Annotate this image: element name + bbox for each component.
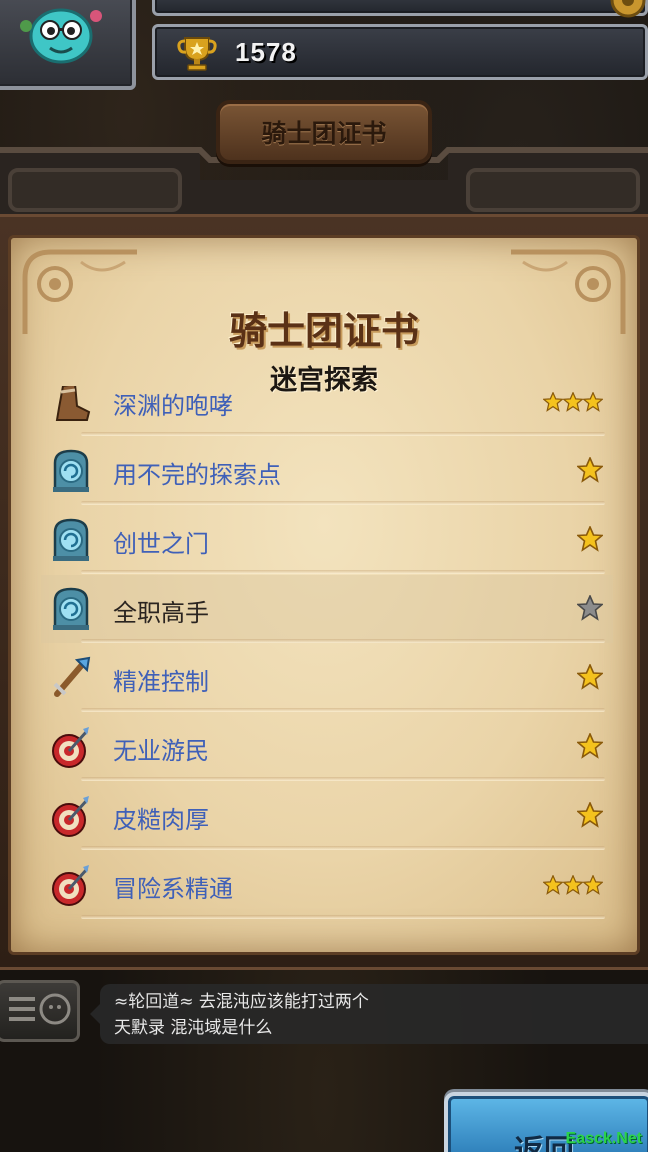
avatar xyxy=(20,8,102,64)
achievement-row[interactable]: 精准控制 xyxy=(41,644,613,712)
row-divider xyxy=(81,846,605,850)
achievement-label: 全职高手 xyxy=(113,599,209,627)
star-rating xyxy=(577,802,603,830)
star-icon xyxy=(543,392,563,412)
star-icon xyxy=(563,392,583,412)
row-divider xyxy=(81,432,605,436)
sword-icon xyxy=(51,656,91,700)
currency-bar xyxy=(152,0,648,16)
star-icon xyxy=(583,875,603,895)
row-divider xyxy=(81,777,605,781)
star-rating xyxy=(543,871,603,899)
achievement-row[interactable]: 用不完的探索点 xyxy=(41,437,613,505)
achievement-label: 用不完的探索点 xyxy=(113,461,281,489)
achievement-row[interactable]: 深渊的咆哮 xyxy=(41,386,613,436)
star-icon xyxy=(577,802,603,828)
star-rating xyxy=(577,526,603,554)
achievement-row[interactable]: 创世之门 xyxy=(41,506,613,574)
star-icon xyxy=(577,664,603,690)
banner-title: 骑士团证书 xyxy=(261,119,387,148)
row-divider xyxy=(81,639,605,643)
star-icon xyxy=(543,875,563,895)
portal-icon xyxy=(51,449,91,493)
target-icon xyxy=(51,794,91,838)
star-icon xyxy=(563,875,583,895)
row-divider xyxy=(81,570,605,574)
trophy-count: 1578 xyxy=(235,37,297,67)
achievement-list[interactable]: 深渊的咆哮用不完的探索点 创世之门全职高手精准控制无业游民皮糙肉厚冒险系精通 xyxy=(41,386,613,938)
star-rating xyxy=(577,595,603,623)
boot-icon xyxy=(51,386,91,424)
star-icon xyxy=(577,595,603,621)
achievement-row[interactable]: 皮糙肉厚 xyxy=(41,782,613,850)
achievement-label: 创世之门 xyxy=(113,530,209,558)
star-rating xyxy=(577,457,603,485)
chat-text: 去混沌应该能打过两个 xyxy=(198,992,369,1012)
achievement-label: 深渊的咆哮 xyxy=(113,392,233,420)
achievement-label: 精准控制 xyxy=(113,668,209,696)
trophy-bar: 1578 xyxy=(152,24,648,80)
star-rating xyxy=(577,733,603,761)
parchment: 骑士团证书 迷宫探索 深渊的咆哮 用不完的探索点 创世之门 全职高手 精准控制 无业游民皮… xyxy=(8,235,640,955)
row-divider xyxy=(81,708,605,712)
gear-icon[interactable] xyxy=(602,0,648,22)
chat-message[interactable]: ≈轮回道≈ 去混沌应该能打过两个 天默录 混沌域是什么 xyxy=(90,984,648,1044)
achievement-row[interactable]: 冒险系精通 xyxy=(41,851,613,919)
target-icon xyxy=(51,863,91,907)
chat-sender: ≈轮回道≈ xyxy=(114,992,194,1012)
row-divider xyxy=(81,915,605,919)
portal-icon xyxy=(51,518,91,562)
achievement-label: 无业游民 xyxy=(113,737,209,765)
chat-text-line2: 天默录 混沌域是什么 xyxy=(114,1018,273,1038)
star-icon xyxy=(577,526,603,552)
trophy-icon xyxy=(177,37,217,71)
achievement-label: 皮糙肉厚 xyxy=(113,806,209,834)
star-icon xyxy=(577,733,603,759)
header-banner: 骑士团证书 xyxy=(216,100,432,164)
watermark: Easck.Net xyxy=(565,1130,643,1147)
chat-menu-icon xyxy=(9,993,71,1025)
chat-menu-button[interactable] xyxy=(0,980,80,1042)
achievement-row[interactable]: 全职高手 xyxy=(41,575,613,643)
star-icon xyxy=(577,457,603,483)
star-rating xyxy=(577,664,603,692)
star-rating xyxy=(543,388,603,416)
player-avatar-frame[interactable] xyxy=(0,0,136,90)
certificate-title: 骑士团证书 xyxy=(228,309,419,353)
achievement-label: 冒险系精通 xyxy=(113,875,233,903)
portal-icon xyxy=(51,587,91,631)
target-icon xyxy=(51,725,91,769)
star-icon xyxy=(583,392,603,412)
certificate-panel: 骑士团证书 迷宫探索 深渊的咆哮 用不完的探索点 创世之门 全职高手 精准控制 无业游民皮… xyxy=(0,214,648,970)
row-divider xyxy=(81,501,605,505)
achievement-row[interactable]: 无业游民 xyxy=(41,713,613,781)
